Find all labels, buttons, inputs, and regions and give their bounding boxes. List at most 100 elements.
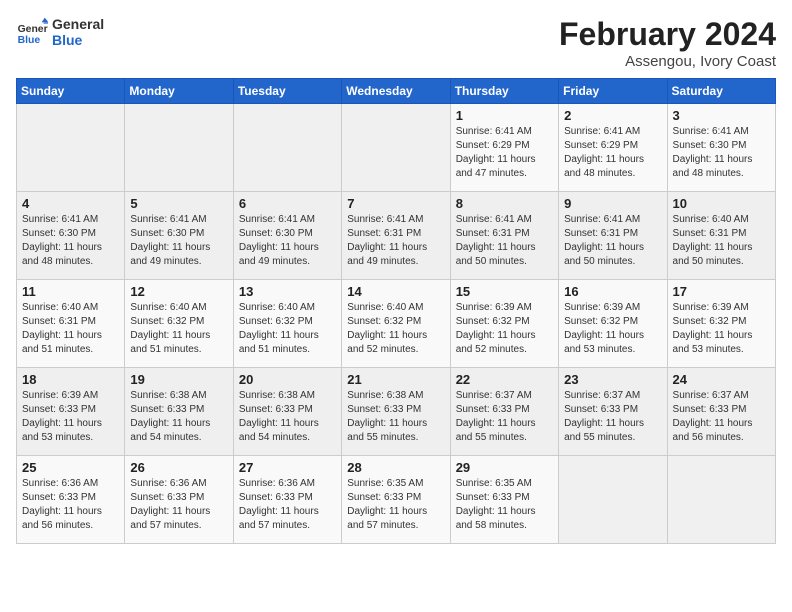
day-number: 15 xyxy=(456,284,553,299)
day-info: Sunrise: 6:41 AM Sunset: 6:31 PM Dayligh… xyxy=(456,213,553,269)
day-number: 19 xyxy=(130,372,227,387)
day-number: 27 xyxy=(239,460,336,475)
calendar-cell xyxy=(667,456,775,544)
calendar-cell: 21 Sunrise: 6:38 AM Sunset: 6:33 PM Dayli… xyxy=(342,368,450,456)
day-number: 6 xyxy=(239,196,336,211)
column-header-saturday: Saturday xyxy=(667,79,775,104)
day-info: Sunrise: 6:38 AM Sunset: 6:33 PM Dayligh… xyxy=(347,389,444,445)
day-info: Sunrise: 6:40 AM Sunset: 6:32 PM Dayligh… xyxy=(130,301,227,357)
svg-text:General: General xyxy=(18,24,48,35)
column-header-tuesday: Tuesday xyxy=(233,79,341,104)
calendar-cell: 11 Sunrise: 6:40 AM Sunset: 6:31 PM Dayli… xyxy=(17,280,125,368)
day-number: 2 xyxy=(564,108,661,123)
day-info: Sunrise: 6:38 AM Sunset: 6:33 PM Dayligh… xyxy=(130,389,227,445)
calendar-cell: 9Sunrise: 6:41 AM Sunset: 6:31 PM Daylig… xyxy=(559,192,667,280)
calendar-cell: 14 Sunrise: 6:40 AM Sunset: 6:32 PM Dayli… xyxy=(342,280,450,368)
day-number: 16 xyxy=(564,284,661,299)
calendar-cell: 12 Sunrise: 6:40 AM Sunset: 6:32 PM Dayli… xyxy=(125,280,233,368)
calendar-cell: 4 Sunrise: 6:41 AM Sunset: 6:30 PM Daylig… xyxy=(17,192,125,280)
calendar-cell: 19 Sunrise: 6:38 AM Sunset: 6:33 PM Dayli… xyxy=(125,368,233,456)
day-number: 4 xyxy=(22,196,119,211)
day-info: Sunrise: 6:39 AM Sunset: 6:33 PM Dayligh… xyxy=(22,389,119,445)
calendar-cell: 10 Sunrise: 6:40 AM Sunset: 6:31 PM Dayli… xyxy=(667,192,775,280)
calendar-cell xyxy=(559,456,667,544)
calendar-cell: 17 Sunrise: 6:39 AM Sunset: 6:32 PM Dayli… xyxy=(667,280,775,368)
logo-text-line1: General xyxy=(52,16,104,32)
calendar-cell: 18 Sunrise: 6:39 AM Sunset: 6:33 PM Dayli… xyxy=(17,368,125,456)
day-info: Sunrise: 6:39 AM Sunset: 6:32 PM Dayligh… xyxy=(673,301,770,357)
day-info: Sunrise: 6:41 AM Sunset: 6:30 PM Dayligh… xyxy=(239,213,336,269)
calendar-cell xyxy=(342,104,450,192)
day-number: 28 xyxy=(347,460,444,475)
calendar-cell: 26Sunrise: 6:36 AM Sunset: 6:33 PM Dayli… xyxy=(125,456,233,544)
logo: General Blue General Blue xyxy=(16,16,104,48)
day-info: Sunrise: 6:40 AM Sunset: 6:32 PM Dayligh… xyxy=(347,301,444,357)
day-info: Sunrise: 6:41 AM Sunset: 6:30 PM Dayligh… xyxy=(130,213,227,269)
day-number: 23 xyxy=(564,372,661,387)
column-header-friday: Friday xyxy=(559,79,667,104)
day-number: 10 xyxy=(673,196,770,211)
day-number: 22 xyxy=(456,372,553,387)
day-info: Sunrise: 6:41 AM Sunset: 6:30 PM Dayligh… xyxy=(22,213,119,269)
logo-text-line2: Blue xyxy=(52,32,104,48)
day-info: Sunrise: 6:41 AM Sunset: 6:29 PM Dayligh… xyxy=(456,125,553,181)
day-info: Sunrise: 6:41 AM Sunset: 6:30 PM Dayligh… xyxy=(673,125,770,181)
day-info: Sunrise: 6:41 AM Sunset: 6:29 PM Dayligh… xyxy=(564,125,661,181)
day-number: 17 xyxy=(673,284,770,299)
calendar-week-1: 1 Sunrise: 6:41 AM Sunset: 6:29 PM Daylig… xyxy=(17,104,776,192)
day-number: 13 xyxy=(239,284,336,299)
calendar-cell: 8 Sunrise: 6:41 AM Sunset: 6:31 PM Daylig… xyxy=(450,192,558,280)
day-number: 3 xyxy=(673,108,770,123)
day-number: 24 xyxy=(673,372,770,387)
calendar-cell: 2 Sunrise: 6:41 AM Sunset: 6:29 PM Daylig… xyxy=(559,104,667,192)
day-info: Sunrise: 6:40 AM Sunset: 6:31 PM Dayligh… xyxy=(673,213,770,269)
page-header: General Blue General Blue February 2024 … xyxy=(16,16,776,70)
logo-icon: General Blue xyxy=(16,16,48,48)
day-number: 18 xyxy=(22,372,119,387)
day-number: 11 xyxy=(22,284,119,299)
calendar-week-5: 25 Sunrise: 6:36 AM Sunset: 6:33 PM Dayli… xyxy=(17,456,776,544)
day-info: Sunrise: 6:38 AM Sunset: 6:33 PM Dayligh… xyxy=(239,389,336,445)
calendar-week-4: 18 Sunrise: 6:39 AM Sunset: 6:33 PM Dayli… xyxy=(17,368,776,456)
day-number: 5 xyxy=(130,196,227,211)
column-header-monday: Monday xyxy=(125,79,233,104)
day-number: 29 xyxy=(456,460,553,475)
calendar-cell xyxy=(17,104,125,192)
calendar-week-3: 11 Sunrise: 6:40 AM Sunset: 6:31 PM Dayli… xyxy=(17,280,776,368)
day-info: Sunrise: 6:39 AM Sunset: 6:32 PM Dayligh… xyxy=(456,301,553,357)
day-info: Sunrise: 6:36 AM Sunset: 6:33 PM Dayligh… xyxy=(239,477,336,533)
calendar-cell: 27 Sunrise: 6:36 AM Sunset: 6:33 PM Dayli… xyxy=(233,456,341,544)
calendar-cell: 24 Sunrise: 6:37 AM Sunset: 6:33 PM Dayli… xyxy=(667,368,775,456)
day-info: Sunrise: 6:35 AM Sunset: 6:33 PM Dayligh… xyxy=(456,477,553,533)
day-info: Sunrise: 6:35 AM Sunset: 6:33 PM Dayligh… xyxy=(347,477,444,533)
day-number: 1 xyxy=(456,108,553,123)
day-info: Sunrise: 6:37 AM Sunset: 6:33 PM Dayligh… xyxy=(673,389,770,445)
calendar-cell: 22 Sunrise: 6:37 AM Sunset: 6:33 PM Dayli… xyxy=(450,368,558,456)
calendar-cell: 13Sunrise: 6:40 AM Sunset: 6:32 PM Dayli… xyxy=(233,280,341,368)
calendar-cell xyxy=(125,104,233,192)
calendar-cell: 3 Sunrise: 6:41 AM Sunset: 6:30 PM Daylig… xyxy=(667,104,775,192)
calendar-cell: 20Sunrise: 6:38 AM Sunset: 6:33 PM Dayli… xyxy=(233,368,341,456)
day-info: Sunrise: 6:37 AM Sunset: 6:33 PM Dayligh… xyxy=(456,389,553,445)
day-number: 8 xyxy=(456,196,553,211)
calendar-cell: 29 Sunrise: 6:35 AM Sunset: 6:33 PM Dayli… xyxy=(450,456,558,544)
calendar-cell: 7 Sunrise: 6:41 AM Sunset: 6:31 PM Daylig… xyxy=(342,192,450,280)
day-info: Sunrise: 6:36 AM Sunset: 6:33 PM Dayligh… xyxy=(130,477,227,533)
day-number: 14 xyxy=(347,284,444,299)
day-info: Sunrise: 6:40 AM Sunset: 6:31 PM Dayligh… xyxy=(22,301,119,357)
day-info: Sunrise: 6:41 AM Sunset: 6:31 PM Dayligh… xyxy=(347,213,444,269)
column-header-sunday: Sunday xyxy=(17,79,125,104)
day-number: 7 xyxy=(347,196,444,211)
calendar-cell: 28 Sunrise: 6:35 AM Sunset: 6:33 PM Dayli… xyxy=(342,456,450,544)
svg-text:Blue: Blue xyxy=(18,35,41,46)
calendar-cell: 6 Sunrise: 6:41 AM Sunset: 6:30 PM Daylig… xyxy=(233,192,341,280)
day-number: 25 xyxy=(22,460,119,475)
calendar-cell: 15 Sunrise: 6:39 AM Sunset: 6:32 PM Dayli… xyxy=(450,280,558,368)
calendar-cell: 16Sunrise: 6:39 AM Sunset: 6:32 PM Dayli… xyxy=(559,280,667,368)
calendar-body: 1 Sunrise: 6:41 AM Sunset: 6:29 PM Daylig… xyxy=(17,104,776,544)
calendar-header: SundayMondayTuesdayWednesdayThursdayFrid… xyxy=(17,79,776,104)
day-number: 9 xyxy=(564,196,661,211)
day-number: 12 xyxy=(130,284,227,299)
day-number: 21 xyxy=(347,372,444,387)
column-header-thursday: Thursday xyxy=(450,79,558,104)
